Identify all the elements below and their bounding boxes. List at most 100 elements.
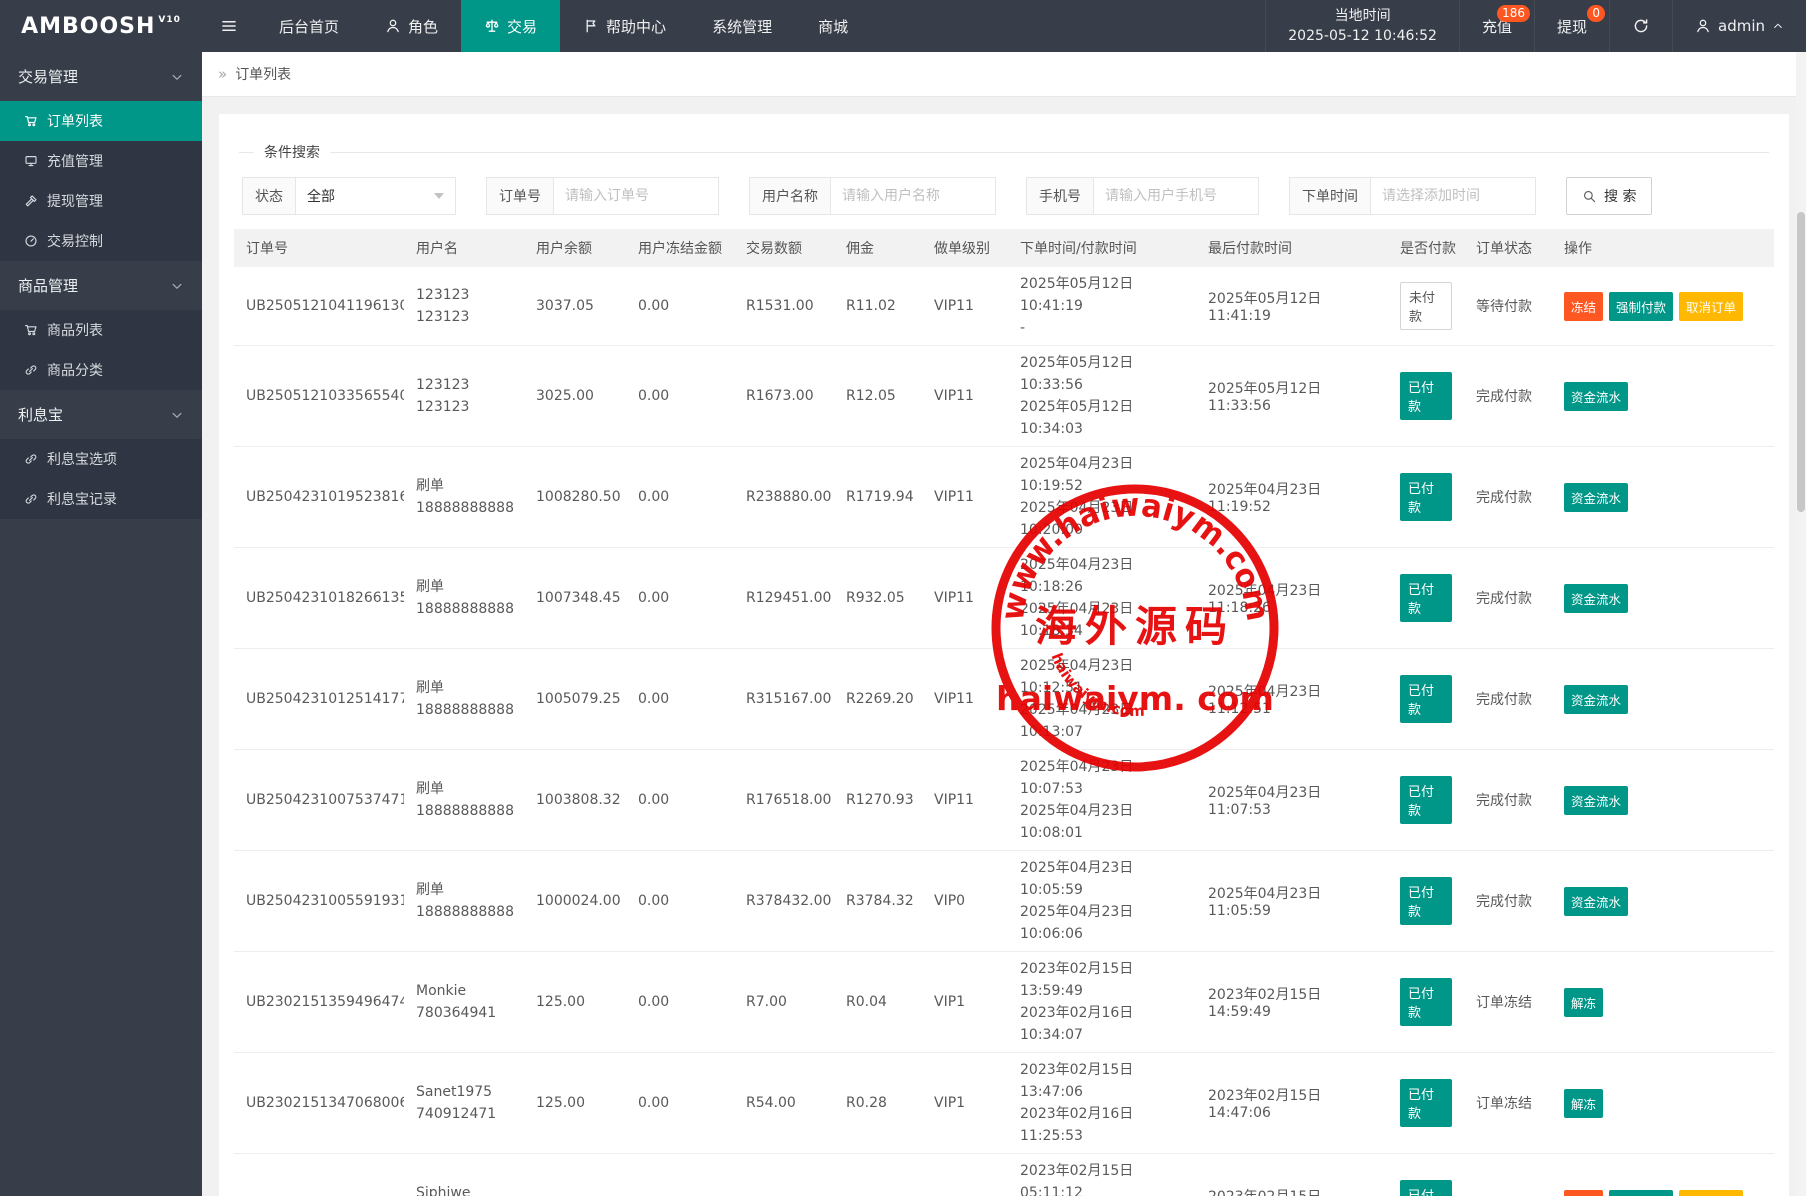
column-header: 操作 [1552, 229, 1774, 267]
sidebar-section-label: 商品管理 [18, 275, 78, 296]
order-filter: 订单号 [486, 177, 719, 215]
cell-level: VIP11 [922, 548, 1008, 649]
pay-status-badge: 已付款 [1400, 978, 1452, 1026]
action-button-解冻[interactable]: 解冻 [1564, 988, 1603, 1017]
status-select[interactable]: 全部 [296, 177, 456, 215]
cell-order-id: UB2505121041196130 [234, 267, 404, 346]
status-filter: 状态 全部 [242, 177, 456, 215]
cell-last-pay-time: 2025年05月12日 11:33:56 [1196, 346, 1388, 447]
cell-order-id: UB2302151359496474 [234, 952, 404, 1053]
cell-commission: R1270.93 [834, 750, 922, 851]
withdraw-button[interactable]: 提现 0 [1534, 0, 1609, 52]
refresh-button[interactable] [1609, 0, 1672, 52]
username-label: 用户名称 [749, 177, 831, 215]
sidebar-item-充值管理[interactable]: 充值管理 [0, 141, 202, 181]
sidebar-collapse-button[interactable] [202, 0, 256, 52]
sidebar-section-利息宝[interactable]: 利息宝 [0, 390, 202, 439]
action-button-冻结[interactable]: 冻结 [1564, 292, 1603, 321]
action-button-强制付款[interactable]: 强制付款 [1609, 1190, 1673, 1196]
action-button-取消订单[interactable]: 取消订单 [1679, 1190, 1743, 1196]
withdraw-label: 提现 [1557, 16, 1587, 37]
cell-order-status: 完成付款 [1464, 548, 1552, 649]
order-input[interactable] [565, 188, 707, 204]
nav-item-后台首页[interactable]: 后台首页 [256, 0, 362, 52]
action-button-冻结[interactable]: 冻结 [1564, 1190, 1603, 1196]
action-button-资金流水[interactable]: 资金流水 [1564, 382, 1628, 411]
order-time-input[interactable] [1382, 188, 1524, 204]
chevron-down-icon [170, 70, 184, 84]
pay-status-badge: 已付款 [1400, 675, 1452, 723]
scrollbar-thumb[interactable] [1797, 212, 1805, 512]
action-button-强制付款[interactable]: 强制付款 [1609, 292, 1673, 321]
top-navbar: AMBOOSH V10 后台首页角色交易帮助中心系统管理商城 当地时间 2025… [0, 0, 1806, 52]
username-input[interactable] [842, 188, 984, 204]
sidebar-item-商品列表[interactable]: 商品列表 [0, 310, 202, 350]
breadcrumb-caret-icon: » [218, 65, 227, 83]
username-filter: 用户名称 [749, 177, 996, 215]
cell-last-pay-time: 2023年02月15日 06:11:12 [1196, 1154, 1388, 1196]
sidebar-item-交易控制[interactable]: 交易控制 [0, 221, 202, 261]
phone-input[interactable] [1105, 188, 1247, 204]
cell-commission: R0.14 [834, 1154, 922, 1196]
app-logo-version: V10 [158, 15, 181, 25]
cell-last-pay-time: 2025年05月12日 11:41:19 [1196, 267, 1388, 346]
cell-actions: 资金流水 [1552, 750, 1774, 851]
action-button-资金流水[interactable]: 资金流水 [1564, 685, 1628, 714]
cell-actions: 解冻 [1552, 1053, 1774, 1154]
nav-item-label: 帮助中心 [606, 16, 666, 37]
action-button-资金流水[interactable]: 资金流水 [1564, 483, 1628, 512]
local-time-value: 2025-05-12 10:46:52 [1288, 26, 1437, 46]
cell-commission: R2269.20 [834, 649, 922, 750]
order-label: 订单号 [486, 177, 554, 215]
column-header: 用户名 [404, 229, 524, 267]
sidebar-item-利息宝选项[interactable]: 利息宝选项 [0, 439, 202, 479]
search-button[interactable]: 搜 索 [1566, 177, 1652, 215]
sidebar-item-label: 提现管理 [47, 191, 103, 211]
action-button-资金流水[interactable]: 资金流水 [1564, 887, 1628, 916]
sidebar-item-提现管理[interactable]: 提现管理 [0, 181, 202, 221]
cell-commission: R11.02 [834, 267, 922, 346]
nav-item-系统管理[interactable]: 系统管理 [689, 0, 795, 52]
gauge-icon [24, 234, 38, 248]
sidebar-section-商品管理[interactable]: 商品管理 [0, 261, 202, 310]
table-row: UB2504231019523816刷单188888888881008280.5… [234, 447, 1774, 548]
table-row: UB2302151359496474Monkie780364941125.000… [234, 952, 1774, 1053]
local-time: 当地时间 2025-05-12 10:46:52 [1265, 0, 1459, 52]
cell-balance: 25.00 [524, 1154, 626, 1196]
action-button-取消订单[interactable]: 取消订单 [1679, 292, 1743, 321]
cell-order-status: 完成付款 [1464, 851, 1552, 952]
cell-commission: R0.28 [834, 1053, 922, 1154]
nav-item-label: 系统管理 [712, 16, 772, 37]
breadcrumb: » 订单列表 [202, 52, 1806, 97]
nav-item-商城[interactable]: 商城 [795, 0, 871, 52]
vertical-scrollbar[interactable] [1796, 52, 1806, 1196]
cell-last-pay-time: 2025年04月23日 11:19:52 [1196, 447, 1388, 548]
cell-order-time: 2025年05月12日 10:33:562025年05月12日 10:34:03 [1008, 346, 1196, 447]
sidebar-item-订单列表[interactable]: 订单列表 [0, 101, 202, 141]
cell-order-id: UB2505121033565540 [234, 346, 404, 447]
cell-actions: 资金流水 [1552, 447, 1774, 548]
action-button-资金流水[interactable]: 资金流水 [1564, 786, 1628, 815]
cell-pay-status: 未付款 [1388, 267, 1464, 346]
nav-item-角色[interactable]: 角色 [362, 0, 461, 52]
cell-frozen: 0.00 [626, 649, 734, 750]
sidebar-item-利息宝记录[interactable]: 利息宝记录 [0, 479, 202, 519]
sidebar-item-商品分类[interactable]: 商品分类 [0, 350, 202, 390]
cell-amount: R176518.00 [734, 750, 834, 851]
cell-actions: 冻结强制付款取消订单 [1552, 267, 1774, 346]
cell-balance: 1000024.00 [524, 851, 626, 952]
column-header: 下单时间/付款时间 [1008, 229, 1196, 267]
sidebar-section-交易管理[interactable]: 交易管理 [0, 52, 202, 101]
user-menu[interactable]: admin [1672, 0, 1806, 52]
cell-order-status: 订单冻结 [1464, 952, 1552, 1053]
action-button-解冻[interactable]: 解冻 [1564, 1089, 1603, 1118]
cell-actions: 冻结强制付款取消订单 [1552, 1154, 1774, 1196]
cell-balance: 1008280.50 [524, 447, 626, 548]
nav-item-交易[interactable]: 交易 [461, 0, 560, 52]
cell-last-pay-time: 2025年04月23日 11:18:26 [1196, 548, 1388, 649]
action-button-资金流水[interactable]: 资金流水 [1564, 584, 1628, 613]
cell-last-pay-time: 2025年04月23日 11:05:59 [1196, 851, 1388, 952]
recharge-button[interactable]: 充值 186 [1459, 0, 1534, 52]
nav-item-帮助中心[interactable]: 帮助中心 [560, 0, 689, 52]
cell-amount: R14.00 [734, 1154, 834, 1196]
